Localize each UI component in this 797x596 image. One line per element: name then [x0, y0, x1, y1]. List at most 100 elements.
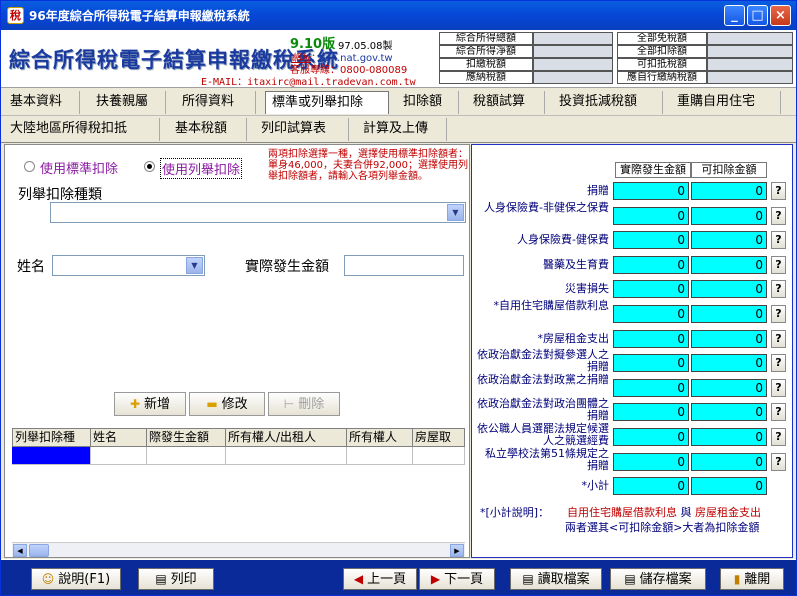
actual-amount-field[interactable]: 0: [613, 428, 689, 446]
grid-cell[interactable]: [226, 447, 347, 465]
radio-standard-label[interactable]: 使用標準扣除: [40, 158, 118, 177]
tab-home-repurchase[interactable]: 重購自用住宅: [671, 91, 781, 114]
deductible-amount-field[interactable]: 0: [691, 428, 767, 446]
edit-button[interactable]: ▬ 修改: [189, 392, 265, 416]
deduction-entry-panel: 使用標準扣除 使用列舉扣除 兩項扣除選擇一種，選擇使用標準扣除額者：單身46,0…: [4, 144, 470, 558]
deductible-amount-field[interactable]: 0: [691, 256, 767, 274]
actual-amount-field[interactable]: 0: [613, 354, 689, 372]
grid-cell[interactable]: [347, 447, 413, 465]
delete-button[interactable]: ⊢ 刪除: [268, 392, 340, 416]
menu-row-1: 基本資料 扶養親屬 所得資料 標準或列舉扣除 扣除額 稅額試算 投資抵減稅額 重…: [1, 89, 796, 116]
help-question-icon[interactable]: ?: [771, 379, 786, 397]
actual-amount-field[interactable]: 0: [613, 403, 689, 421]
radio-standard-deduction[interactable]: [24, 161, 35, 172]
actual-amount-field[interactable]: 0: [613, 256, 689, 274]
tab-investment-credit[interactable]: 投資抵減稅額: [553, 91, 663, 114]
tab-deductions[interactable]: 扣除額: [397, 91, 459, 114]
scroll-left-icon[interactable]: ◀: [13, 544, 27, 557]
tab-basic-tax[interactable]: 基本稅額: [169, 118, 247, 141]
actual-amount-field[interactable]: 0: [613, 182, 689, 200]
chevron-down-icon[interactable]: ▼: [186, 257, 203, 274]
save-file-button[interactable]: ▤ 儲存檔案: [610, 568, 706, 590]
exit-button[interactable]: ▮ 離開: [720, 568, 784, 590]
minimize-button[interactable]: _: [724, 5, 745, 26]
chevron-down-icon[interactable]: ▼: [447, 204, 464, 221]
help-question-icon[interactable]: ?: [771, 354, 786, 372]
help-question-icon[interactable]: ?: [771, 207, 786, 225]
prev-page-button[interactable]: ◀ 上一頁: [343, 568, 417, 590]
exit-door-icon: ▮: [733, 572, 741, 586]
scroll-thumb[interactable]: [29, 544, 49, 557]
print-button[interactable]: ▤ 列印: [138, 568, 214, 590]
deductible-amount-field[interactable]: 0: [691, 453, 767, 471]
deductible-amount-field[interactable]: 0: [691, 182, 767, 200]
tab-standard-or-itemized[interactable]: 標準或列舉扣除: [265, 91, 389, 114]
deductible-amount-field[interactable]: 0: [691, 354, 767, 372]
help-question-icon[interactable]: ?: [771, 280, 786, 298]
subtotal-deductible-field: 0: [691, 477, 767, 495]
help-question-icon[interactable]: ?: [771, 256, 786, 274]
actual-amount-field[interactable]: 0: [613, 330, 689, 348]
deductible-amount-field[interactable]: 0: [691, 379, 767, 397]
grid-col-owner[interactable]: 所有權人: [347, 428, 413, 447]
note-item-mortgage: 自用住宅購屋借款利息: [567, 506, 677, 519]
radio-itemized-deduction[interactable]: [144, 161, 155, 172]
grid-cell[interactable]: [91, 447, 147, 465]
actual-amount-field[interactable]: 0: [613, 453, 689, 471]
deductible-amount-field[interactable]: 0: [691, 280, 767, 298]
tab-tax-calculation[interactable]: 稅額試算: [467, 91, 545, 114]
help-button[interactable]: ☺ 說明(F1): [31, 568, 121, 590]
summary-label-creditable: 可扣抵稅額: [617, 58, 707, 71]
name-select[interactable]: ▼: [52, 255, 205, 276]
help-question-icon[interactable]: ?: [771, 330, 786, 348]
load-file-button[interactable]: ▤ 讀取檔案: [510, 568, 602, 590]
title-bar[interactable]: 稅 96年度綜合所得稅電子結算申報繳稅系統 _ □ ×: [1, 1, 796, 30]
add-button[interactable]: ✚ 新增: [114, 392, 186, 416]
deductible-amount-field[interactable]: 0: [691, 207, 767, 225]
grid-col-type[interactable]: 列舉扣除種: [12, 428, 91, 447]
summary-label-withholding: 扣繳稅額: [439, 58, 533, 71]
actual-amount-input[interactable]: [344, 255, 464, 276]
help-question-icon[interactable]: ?: [771, 305, 786, 323]
actual-amount-field[interactable]: 0: [613, 207, 689, 225]
radio-itemized-label[interactable]: 使用列舉扣除: [160, 158, 243, 179]
deductible-amount-field[interactable]: 0: [691, 330, 767, 348]
grid-col-house[interactable]: 房屋取: [413, 428, 465, 447]
tab-dependents[interactable]: 扶養親屬: [90, 91, 166, 114]
tab-calculate-upload[interactable]: 計算及上傳: [357, 118, 447, 141]
actual-amount-field[interactable]: 0: [613, 280, 689, 298]
open-file-icon: ▤: [522, 572, 534, 586]
tab-mainland-tax-credit[interactable]: 大陸地區所得稅扣抵: [4, 118, 160, 141]
deduction-type-select[interactable]: ▼: [50, 202, 466, 223]
grid-cell-selected[interactable]: [12, 447, 91, 465]
help-question-icon[interactable]: ?: [771, 453, 786, 471]
arrow-left-icon: ◀: [353, 572, 364, 586]
grid-col-amount[interactable]: 際發生金額: [147, 428, 226, 447]
deduction-row-label: 依政治獻金法對擬參選人之捐贈: [477, 348, 609, 373]
grid-cell[interactable]: [413, 447, 465, 465]
table-row[interactable]: [12, 447, 465, 465]
tab-basic-info[interactable]: 基本資料: [4, 91, 80, 114]
actual-amount-field[interactable]: 0: [613, 231, 689, 249]
actual-amount-field[interactable]: 0: [613, 379, 689, 397]
horizontal-scrollbar[interactable]: ◀ ▶: [12, 542, 465, 557]
grid-col-owner-lessor[interactable]: 所有權人/出租人: [226, 428, 347, 447]
help-question-icon[interactable]: ?: [771, 428, 786, 446]
help-question-icon[interactable]: ?: [771, 182, 786, 200]
deductible-amount-field[interactable]: 0: [691, 403, 767, 421]
summary-label-net-income: 綜合所得淨額: [439, 45, 533, 58]
actual-amount-field[interactable]: 0: [613, 305, 689, 323]
grid-col-name[interactable]: 姓名: [91, 428, 147, 447]
tab-income[interactable]: 所得資料: [176, 91, 256, 114]
help-question-icon[interactable]: ?: [771, 231, 786, 249]
next-page-button[interactable]: ▶ 下一頁: [419, 568, 495, 590]
deductible-amount-field[interactable]: 0: [691, 231, 767, 249]
arrow-right-icon: ▶: [430, 572, 441, 586]
help-question-icon[interactable]: ?: [771, 403, 786, 421]
deductible-amount-field[interactable]: 0: [691, 305, 767, 323]
tab-print-worksheet[interactable]: 列印試算表: [255, 118, 349, 141]
scroll-right-icon[interactable]: ▶: [450, 544, 464, 557]
grid-cell[interactable]: [147, 447, 226, 465]
close-button[interactable]: ×: [770, 5, 791, 26]
maximize-button[interactable]: □: [747, 5, 768, 26]
